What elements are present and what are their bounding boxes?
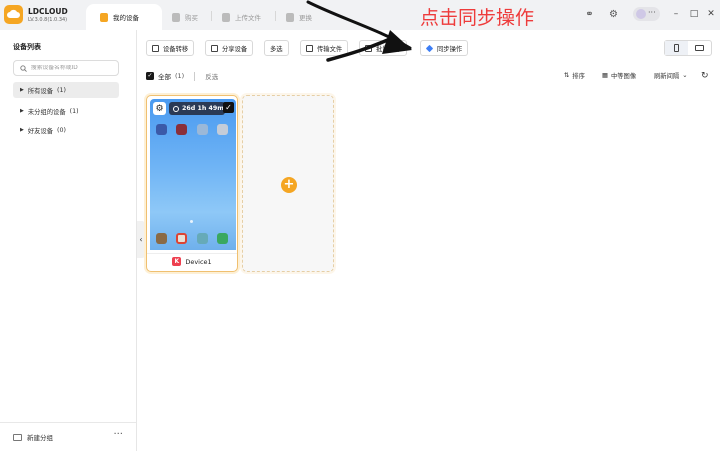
device-name: Device1 [185,257,212,266]
remaining-time-badge: 26d 1h 49m [169,102,225,115]
select-checkbox[interactable]: ✓ [223,102,234,113]
close-button[interactable]: ✕ [704,7,718,21]
app-icon [156,124,167,135]
tab-label: 我的设备 [113,14,139,22]
grid-icon: ▦ [602,72,608,79]
caret-right-icon: ▶ [20,108,24,114]
more-options-icon[interactable]: ··· [113,429,123,440]
chevron-down-icon: ⌄ [682,72,688,79]
app-icon [217,124,228,135]
folder-plus-icon [13,433,22,441]
device-search[interactable] [13,60,119,76]
divider [194,71,196,81]
tab-label: 购买 [185,14,198,22]
sort-icon: ⇅ [564,72,570,79]
clock-icon [173,105,179,112]
portrait-view-button[interactable] [665,41,688,55]
landscape-view-button[interactable] [688,41,711,55]
group-count: (0) [57,126,66,134]
group-count: (1) [69,107,79,115]
tab-divider [211,11,212,21]
gear-icon[interactable]: ⚙ [607,8,620,21]
share-device-button[interactable]: 分享设备 [205,40,254,56]
button-label: 设备转移 [163,45,189,53]
app-icon [156,233,167,244]
device-type-icon: K [172,257,182,266]
new-group-button[interactable]: 新建分组 [13,432,53,442]
transfer-device-button[interactable]: 设备转移 [146,40,195,56]
device-overlay: ⚙ 26d 1h 49m ✓ [150,99,236,118]
tab-label: 上传文件 [235,14,261,22]
select-all-label[interactable]: 全部 [158,71,171,81]
refresh-icon[interactable]: ↻ [701,71,709,81]
device-icon [100,12,108,22]
app-icon [176,124,187,135]
sidebar: 设备列表 ▶ 所有设备 (1) ▶ 未分组的设备 (1) ▶ 好友设备 (0) … [0,30,137,451]
caret-right-icon: ▶ [20,127,24,133]
image-quality-label: 中等图像 [610,73,637,80]
minimize-button[interactable]: – [669,7,683,21]
maximize-button[interactable]: □ [687,7,701,21]
group-label: 好友设备 [27,127,54,135]
cart-icon [172,12,180,22]
refresh-interval-dropdown[interactable]: 刷新间隔 ⌄ [654,71,687,80]
sync-operation-button[interactable]: 同步操作 [420,40,469,56]
annotation-arrow [306,0,412,62]
select-all-checkbox[interactable]: ✓ [146,72,154,80]
main-area: 设备转移 分享设备 多选 传输文件 批量操作 同步操作 ✓ 全部 (1) 反选 … [138,30,720,451]
more-icon: ··· [648,8,656,17]
selection-bar: ✓ 全部 (1) 反选 [146,71,218,81]
app-icon [197,124,208,135]
group-label: 未分组的设备 [27,108,66,116]
settings-icon[interactable]: ⚙ [153,102,166,115]
user-menu[interactable]: ··· [633,7,660,21]
search-icon [20,64,27,72]
sidebar-footer: 新建分组 ··· [0,422,136,451]
sync-icon [425,44,434,52]
sidebar-title: 设备列表 [13,43,41,51]
app-icon [217,233,228,244]
search-input[interactable] [30,65,118,71]
page-indicator [190,220,193,223]
tab-my-devices[interactable]: 我的设备 [86,4,162,30]
button-label: 分享设备 [222,45,248,53]
device-name-row: K Device1 [147,253,237,269]
upload-icon [222,12,230,22]
new-group-label: 新建分组 [27,434,53,442]
transfer-icon [152,44,159,52]
timer-text: 26d 1h 49m [182,105,224,112]
sort-label: 排序 [572,73,585,80]
view-toggle [664,40,712,56]
invert-selection-button[interactable]: 反选 [205,71,218,81]
sidebar-item-all-devices[interactable]: ▶ 所有设备 (1) [13,82,119,98]
button-label: 同步操作 [437,45,463,53]
plus-icon: + [281,177,297,193]
avatar [636,9,646,19]
app-version: LV.3.0.8(1.0.34) [28,17,68,23]
sidebar-item-ungrouped[interactable]: ▶ 未分组的设备 (1) [13,103,119,119]
annotation-text: 点击同步操作 [420,7,535,29]
share-icon [211,44,218,52]
headset-icon[interactable]: ⚭ [583,8,596,21]
image-quality-button[interactable]: ▦ 中等图像 [602,71,636,80]
tab-buy[interactable]: 购买 [172,4,198,30]
group-label: 所有设备 [27,87,54,95]
select-all-count: (1) [175,72,185,80]
device-screen-preview[interactable]: ⚙ 26d 1h 49m ✓ [150,99,236,250]
sort-button[interactable]: ⇅ 排序 [564,71,585,80]
tab-upload[interactable]: 上传文件 [222,4,261,30]
add-device-card[interactable]: + [242,95,334,272]
keyboard-icon [695,45,704,51]
app-name: LDCLOUD [28,7,68,16]
device-card[interactable]: ⚙ 26d 1h 49m ✓ K Device1 [146,95,238,272]
caret-right-icon: ▶ [20,87,24,93]
sidebar-item-friend-devices[interactable]: ▶ 好友设备 (0) [13,122,119,138]
phone-icon [674,44,679,52]
app-logo [4,5,23,24]
chrome-icon [176,233,187,244]
group-count: (1) [57,86,66,94]
app-icon [197,233,208,244]
refresh-interval-label: 刷新间隔 [654,73,680,80]
